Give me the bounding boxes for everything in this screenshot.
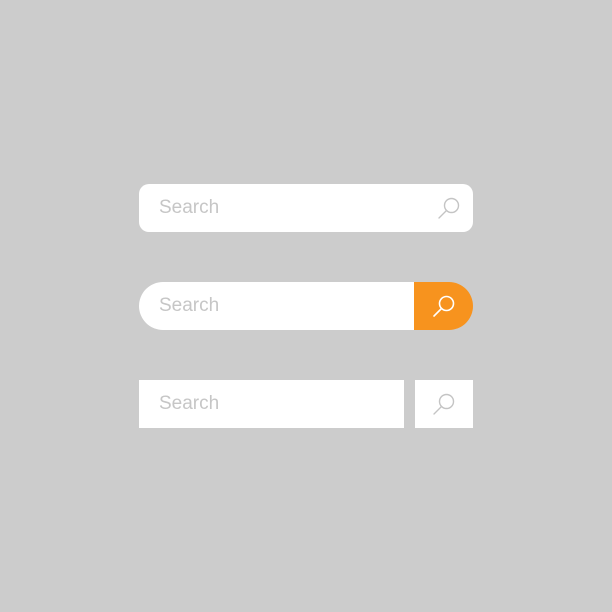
search-button[interactable]: [414, 282, 473, 330]
search-input[interactable]: Search: [139, 282, 429, 330]
search-input[interactable]: Search: [139, 184, 473, 232]
search-bar-pill: Search: [139, 282, 473, 330]
search-icon: [433, 393, 455, 415]
search-button[interactable]: [425, 184, 473, 232]
search-icon: [438, 197, 460, 219]
search-placeholder: Search: [159, 197, 220, 218]
search-bar-square: Search: [139, 380, 473, 428]
search-placeholder: Search: [159, 295, 220, 316]
search-button[interactable]: [415, 380, 473, 428]
search-input[interactable]: Search: [139, 380, 404, 428]
search-placeholder: Search: [159, 393, 220, 414]
search-icon: [432, 295, 454, 317]
search-bar-rounded: Search: [139, 184, 473, 232]
